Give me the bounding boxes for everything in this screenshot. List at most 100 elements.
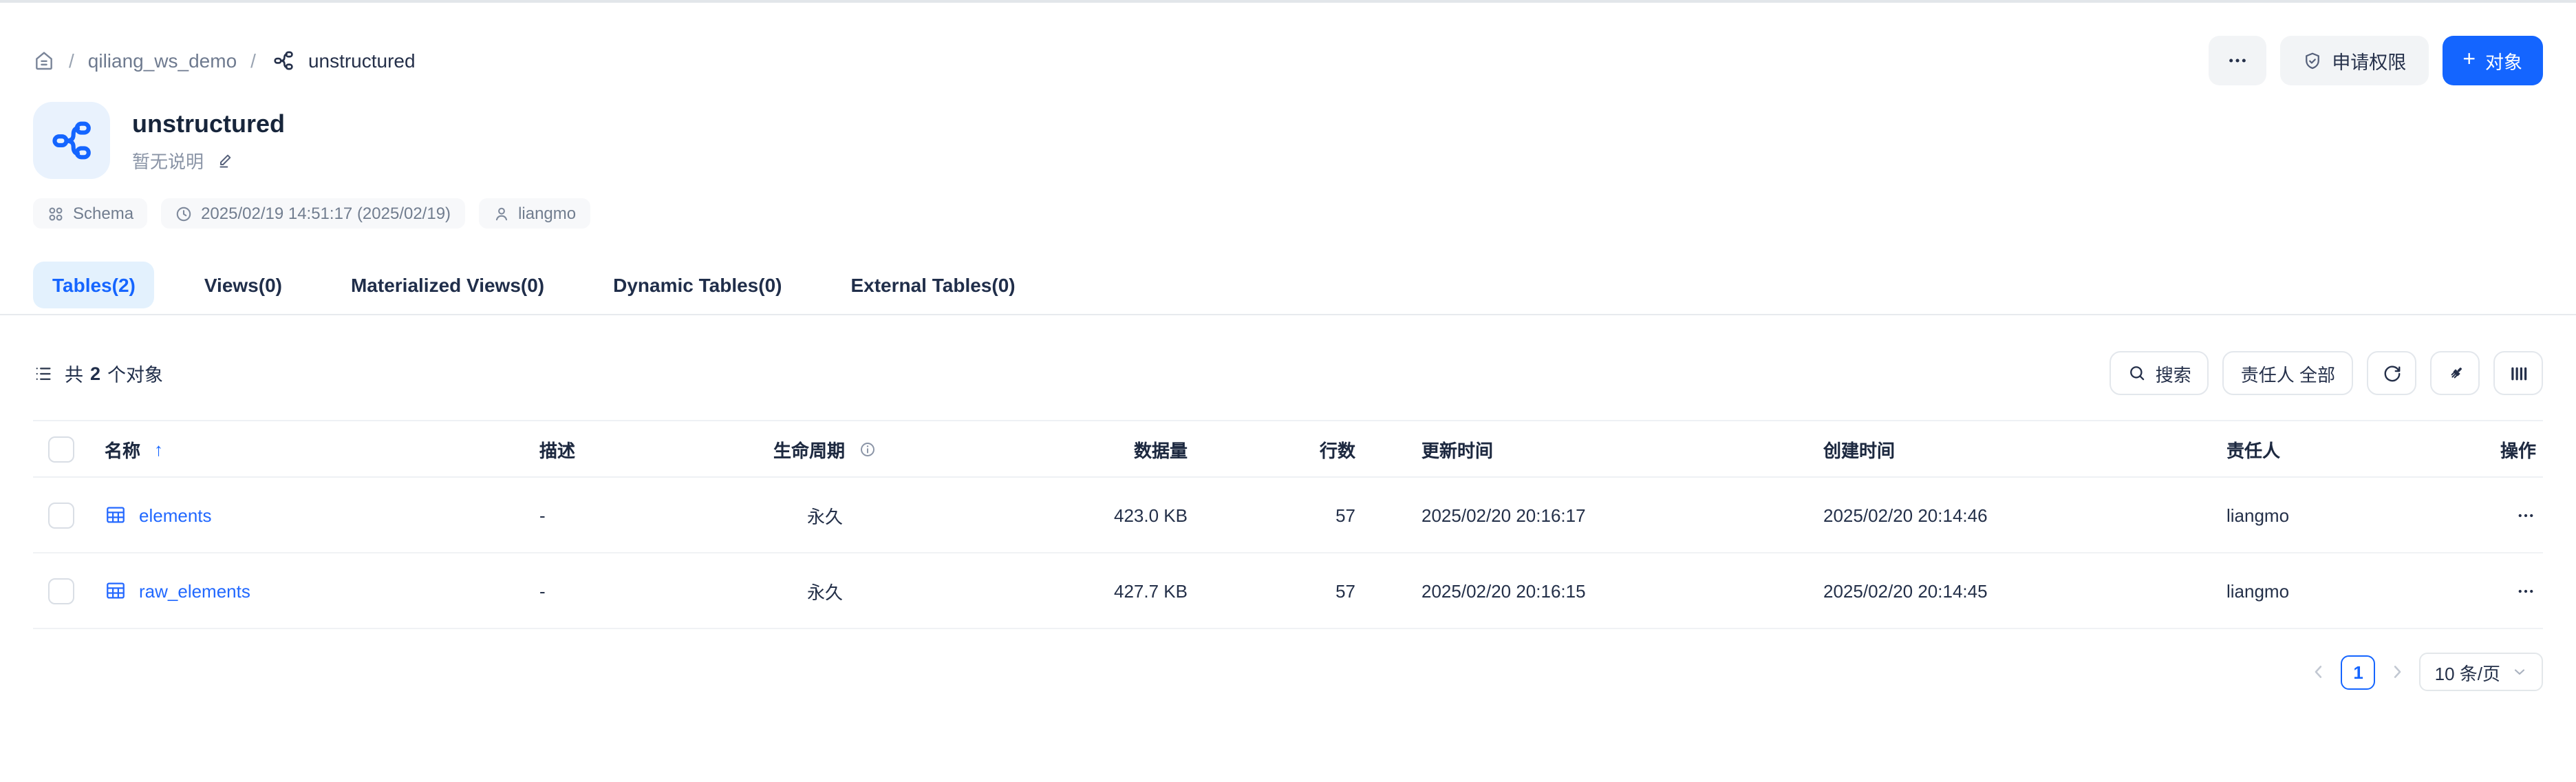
cell-owner: liangmo: [2221, 505, 2467, 525]
breadcrumb-workspace[interactable]: qiliang_ws_demo: [88, 50, 237, 72]
summary-suffix: 个对象: [107, 359, 163, 387]
clear-filter-button[interactable]: [2430, 351, 2480, 395]
cell-row-count: 57: [1193, 505, 1361, 525]
person-icon: [492, 204, 510, 222]
created-time-label: 2025/02/19 14:51:17 (2025/02/19): [201, 204, 451, 223]
owner-filter-button[interactable]: 责任人 全部: [2223, 351, 2353, 395]
cell-description: -: [539, 505, 691, 525]
table-row: raw_elements - 永久 427.7 KB 57 2025/02/20…: [33, 553, 2543, 629]
prev-page-button[interactable]: [2310, 662, 2329, 681]
entity-header: unstructured 暂无说明: [0, 102, 2576, 179]
cell-lifecycle: 永久: [691, 502, 959, 528]
schema-type-icon: [33, 102, 110, 179]
cell-updated-at: 2025/02/20 20:16:15: [1361, 580, 1818, 601]
col-actions: 操作: [2467, 436, 2543, 462]
refresh-icon: [2381, 363, 2402, 383]
owner-badge: liangmo: [478, 198, 590, 229]
chevron-down-icon: [2511, 664, 2528, 680]
cell-description: -: [539, 580, 691, 601]
next-page-button[interactable]: [2388, 662, 2407, 681]
clock-icon: [175, 204, 193, 222]
tab-views[interactable]: Views(0): [185, 262, 301, 308]
table-row: elements - 永久 423.0 KB 57 2025/02/20 20:…: [33, 478, 2543, 553]
col-row-count: 行数: [1193, 436, 1361, 462]
breadcrumb: / qiliang_ws_demo / unstructured: [33, 50, 416, 72]
meta-badges: Schema 2025/02/19 14:51:17 (2025/02/19) …: [0, 198, 2576, 229]
row-actions-button[interactable]: [2515, 580, 2536, 601]
toolbar-actions: 搜索 责任人 全部: [2110, 351, 2543, 395]
cell-row-count: 57: [1193, 580, 1361, 601]
col-lifecycle: 生命周期: [773, 436, 845, 462]
col-name[interactable]: 名称: [105, 436, 140, 462]
pagination: 1 10 条/页: [33, 653, 2543, 691]
tabbar: Tables(2) Views(0) Materialized Views(0)…: [0, 262, 2576, 315]
col-updated-at: 更新时间: [1361, 436, 1818, 462]
top-actions: 申请权限 + 对象: [2208, 36, 2543, 85]
col-owner: 责任人: [2221, 436, 2467, 462]
table-header-row: 名称 ↑ 描述 生命周期 数据量 行数 更新时间 创建时间 责任人 操作: [33, 420, 2543, 478]
description-placeholder: 暂无说明: [132, 147, 204, 173]
grid-icon: [47, 204, 65, 222]
row-actions-button[interactable]: [2515, 505, 2536, 525]
breadcrumb-separator: /: [250, 50, 256, 72]
objects-table: 名称 ↑ 描述 生命周期 数据量 行数 更新时间 创建时间 责任人 操作: [33, 420, 2543, 629]
home-icon[interactable]: [33, 50, 55, 72]
summary-count: 2: [90, 363, 100, 383]
type-badge-label: Schema: [73, 204, 133, 223]
tab-tables[interactable]: Tables(2): [33, 262, 155, 308]
more-actions-button[interactable]: [2208, 36, 2266, 85]
edit-description-icon[interactable]: [216, 150, 235, 169]
apply-permission-button[interactable]: 申请权限: [2279, 36, 2428, 85]
type-badge: Schema: [33, 198, 147, 229]
cell-created-at: 2025/02/20 20:14:46: [1818, 505, 2221, 525]
breadcrumb-current: unstructured: [308, 50, 416, 72]
object-name-link[interactable]: elements: [139, 505, 212, 525]
cell-data-size: 423.0 KB: [959, 505, 1193, 525]
tab-materialized-views[interactable]: Materialized Views(0): [332, 262, 564, 308]
more-icon: [2226, 50, 2248, 72]
cell-owner: liangmo: [2221, 580, 2467, 601]
list-icon: [33, 363, 54, 383]
create-object-button[interactable]: + 对象: [2442, 36, 2543, 85]
refresh-button[interactable]: [2367, 351, 2416, 395]
apply-permission-label: 申请权限: [2332, 47, 2406, 74]
search-label: 搜索: [2156, 360, 2191, 386]
plus-icon: +: [2462, 50, 2476, 72]
col-data-size: 数据量: [959, 436, 1193, 462]
info-icon[interactable]: [859, 440, 877, 458]
cell-created-at: 2025/02/20 20:14:45: [1818, 580, 2221, 601]
page-number[interactable]: 1: [2341, 655, 2376, 689]
schema-detail-page: / qiliang_ws_demo / unstructured 申请权限 +: [0, 0, 2576, 782]
cell-lifecycle: 永久: [691, 578, 959, 604]
topbar: / qiliang_ws_demo / unstructured 申请权限 +: [0, 3, 2576, 85]
table-toolbar: 共 2 个对象 搜索 责任人 全部: [33, 351, 2543, 395]
shield-check-icon: [2301, 50, 2322, 71]
cell-data-size: 427.7 KB: [959, 580, 1193, 601]
table-glyph-icon: [105, 504, 127, 526]
row-checkbox[interactable]: [48, 578, 74, 604]
object-count-summary: 共 2 个对象: [33, 359, 163, 387]
entity-description: 暂无说明: [132, 147, 285, 173]
columns-icon: [2508, 363, 2529, 383]
search-button[interactable]: 搜索: [2110, 351, 2209, 395]
table-glyph-icon: [105, 580, 127, 602]
select-all-checkbox[interactable]: [48, 436, 74, 462]
breadcrumb-separator: /: [69, 50, 74, 72]
schema-icon: [272, 50, 294, 72]
row-checkbox[interactable]: [48, 502, 74, 528]
page-title: unstructured: [132, 108, 285, 140]
cell-updated-at: 2025/02/20 20:16:17: [1361, 505, 1818, 525]
tab-dynamic-tables[interactable]: Dynamic Tables(0): [594, 262, 801, 308]
chevron-right-icon: [2388, 662, 2407, 681]
owner-filter-label: 责任人 全部: [2241, 360, 2335, 386]
search-icon: [2128, 363, 2147, 383]
summary-prefix: 共: [65, 359, 83, 387]
column-settings-button[interactable]: [2493, 351, 2543, 395]
sort-ascending-icon[interactable]: ↑: [154, 438, 163, 459]
brush-icon: [2445, 363, 2465, 383]
chevron-left-icon: [2310, 662, 2329, 681]
page-size-value: 10 条/页: [2435, 659, 2500, 685]
object-name-link[interactable]: raw_elements: [139, 580, 250, 601]
page-size-select[interactable]: 10 条/页: [2420, 653, 2543, 691]
tab-external-tables[interactable]: External Tables(0): [831, 262, 1034, 308]
